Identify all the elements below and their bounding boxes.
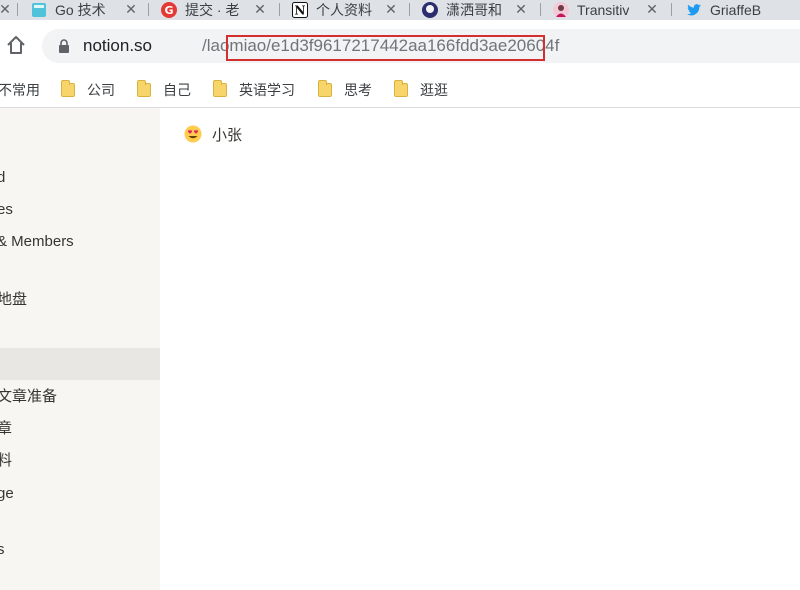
tab-label: 个人资料 [316,2,372,18]
tab-label: 提交 · 老 [185,2,240,18]
bookmark-label: 英语学习 [239,81,295,98]
home-icon[interactable] [4,33,28,57]
tab-profile[interactable]: N 个人资料 ✕ [292,0,398,20]
tab-separator [148,3,149,16]
sidebar-item[interactable]: 章 [0,413,160,445]
tab-label: Go 技术 [55,2,106,18]
lock-icon[interactable] [58,39,70,53]
tab-separator [409,3,410,16]
sidebar-item[interactable]: s [0,534,160,566]
bookmark-page-icon [31,2,47,18]
avatar-icon [422,2,438,18]
tab-submit[interactable]: G 提交 · 老 ✕ [161,0,267,20]
bookmark-folder-self[interactable]: 自己 [137,72,191,107]
tab-label: Transitiv [577,2,630,18]
tab-separator [279,3,280,16]
bookmark-label: 公司 [87,81,115,98]
sidebar-item-label: ge [0,485,14,502]
bookmark-folder-think[interactable]: 思考 [318,72,372,107]
folder-icon [61,79,75,97]
tab-close-icon[interactable]: ✕ [124,0,138,20]
tab-close-icon[interactable]: ✕ [253,0,267,20]
sidebar-item-label: 料 [0,452,13,469]
browser-tab-strip: ✕ Go 技术 ✕ G 提交 · 老 ✕ N 个人资料 ✕ 潇洒哥和 ✕ Tra… [0,0,800,20]
folder-icon [394,79,408,97]
folder-icon [213,79,227,97]
bookmarks-bar: 不常用 公司 自己 英语学习 思考 逛逛 [0,72,800,108]
sidebar-item-members[interactable]: & Members [0,226,160,258]
notion-icon: N [292,2,308,18]
tab-partial[interactable]: ✕ [0,0,14,20]
heart-eyes-emoji-icon [184,125,202,143]
tab-label: 潇洒哥和 [446,2,502,18]
tab-transitive[interactable]: Transitiv ✕ [553,0,659,20]
sidebar-item[interactable]: 料 [0,445,160,477]
folder-icon [318,79,332,97]
tab-griaffe[interactable]: GriaffeB [686,0,800,20]
tab-close-icon[interactable]: ✕ [384,0,398,20]
svg-text:N: N [295,4,306,18]
url-host: notion.so [83,36,152,55]
bookmark-item[interactable]: 不常用 [0,72,40,107]
notion-sidebar: d es & Members 地盘 文章准备 章 料 ge s [0,108,160,590]
tab-go[interactable]: Go 技术 ✕ [31,0,138,20]
sidebar-item-label: 文章准备 [0,388,58,405]
sidebar-item[interactable]: 文章准备 [0,381,160,413]
tab-separator [671,3,672,16]
sidebar-item[interactable]: ge [0,478,160,510]
url-highlight-box [226,35,545,61]
sidebar-item-label: d [0,169,6,186]
sidebar-item-label: 地盘 [0,291,28,308]
tab-close-icon[interactable]: ✕ [0,0,12,20]
sidebar-item-selected[interactable] [0,348,160,380]
page-title: 小张 [212,126,243,144]
sidebar-item[interactable]: 地盘 [0,284,160,316]
bookmark-folder-browse[interactable]: 逛逛 [394,72,448,107]
sidebar-item-label: & Members [0,233,74,250]
bookmark-label: 思考 [344,81,372,98]
twitter-icon [686,2,702,18]
folder-icon [137,79,151,97]
sidebar-item[interactable]: d [0,162,160,194]
bookmark-label: 逛逛 [420,81,448,98]
avatar-icon [553,2,569,18]
sidebar-item-label: es [0,201,13,218]
bookmark-folder-company[interactable]: 公司 [61,72,115,107]
sidebar-item-label: s [0,541,5,558]
red-g-icon: G [161,2,177,18]
sidebar-item[interactable]: es [0,194,160,226]
tab-separator [540,3,541,16]
tab-close-icon[interactable]: ✕ [645,0,659,20]
bookmark-label: 不常用 [0,81,40,98]
svg-text:G: G [164,4,173,17]
tab-xiaosage[interactable]: 潇洒哥和 ✕ [422,0,528,20]
bookmark-folder-english[interactable]: 英语学习 [213,72,295,107]
tab-close-icon[interactable]: ✕ [514,0,528,20]
child-page-link[interactable]: 小张 [184,122,242,146]
sidebar-item-label: 章 [0,420,13,437]
notion-page-content: 小张 [160,108,800,590]
bookmark-label: 自己 [163,81,191,98]
tab-separator [17,3,18,16]
tab-label: GriaffeB [710,2,762,18]
